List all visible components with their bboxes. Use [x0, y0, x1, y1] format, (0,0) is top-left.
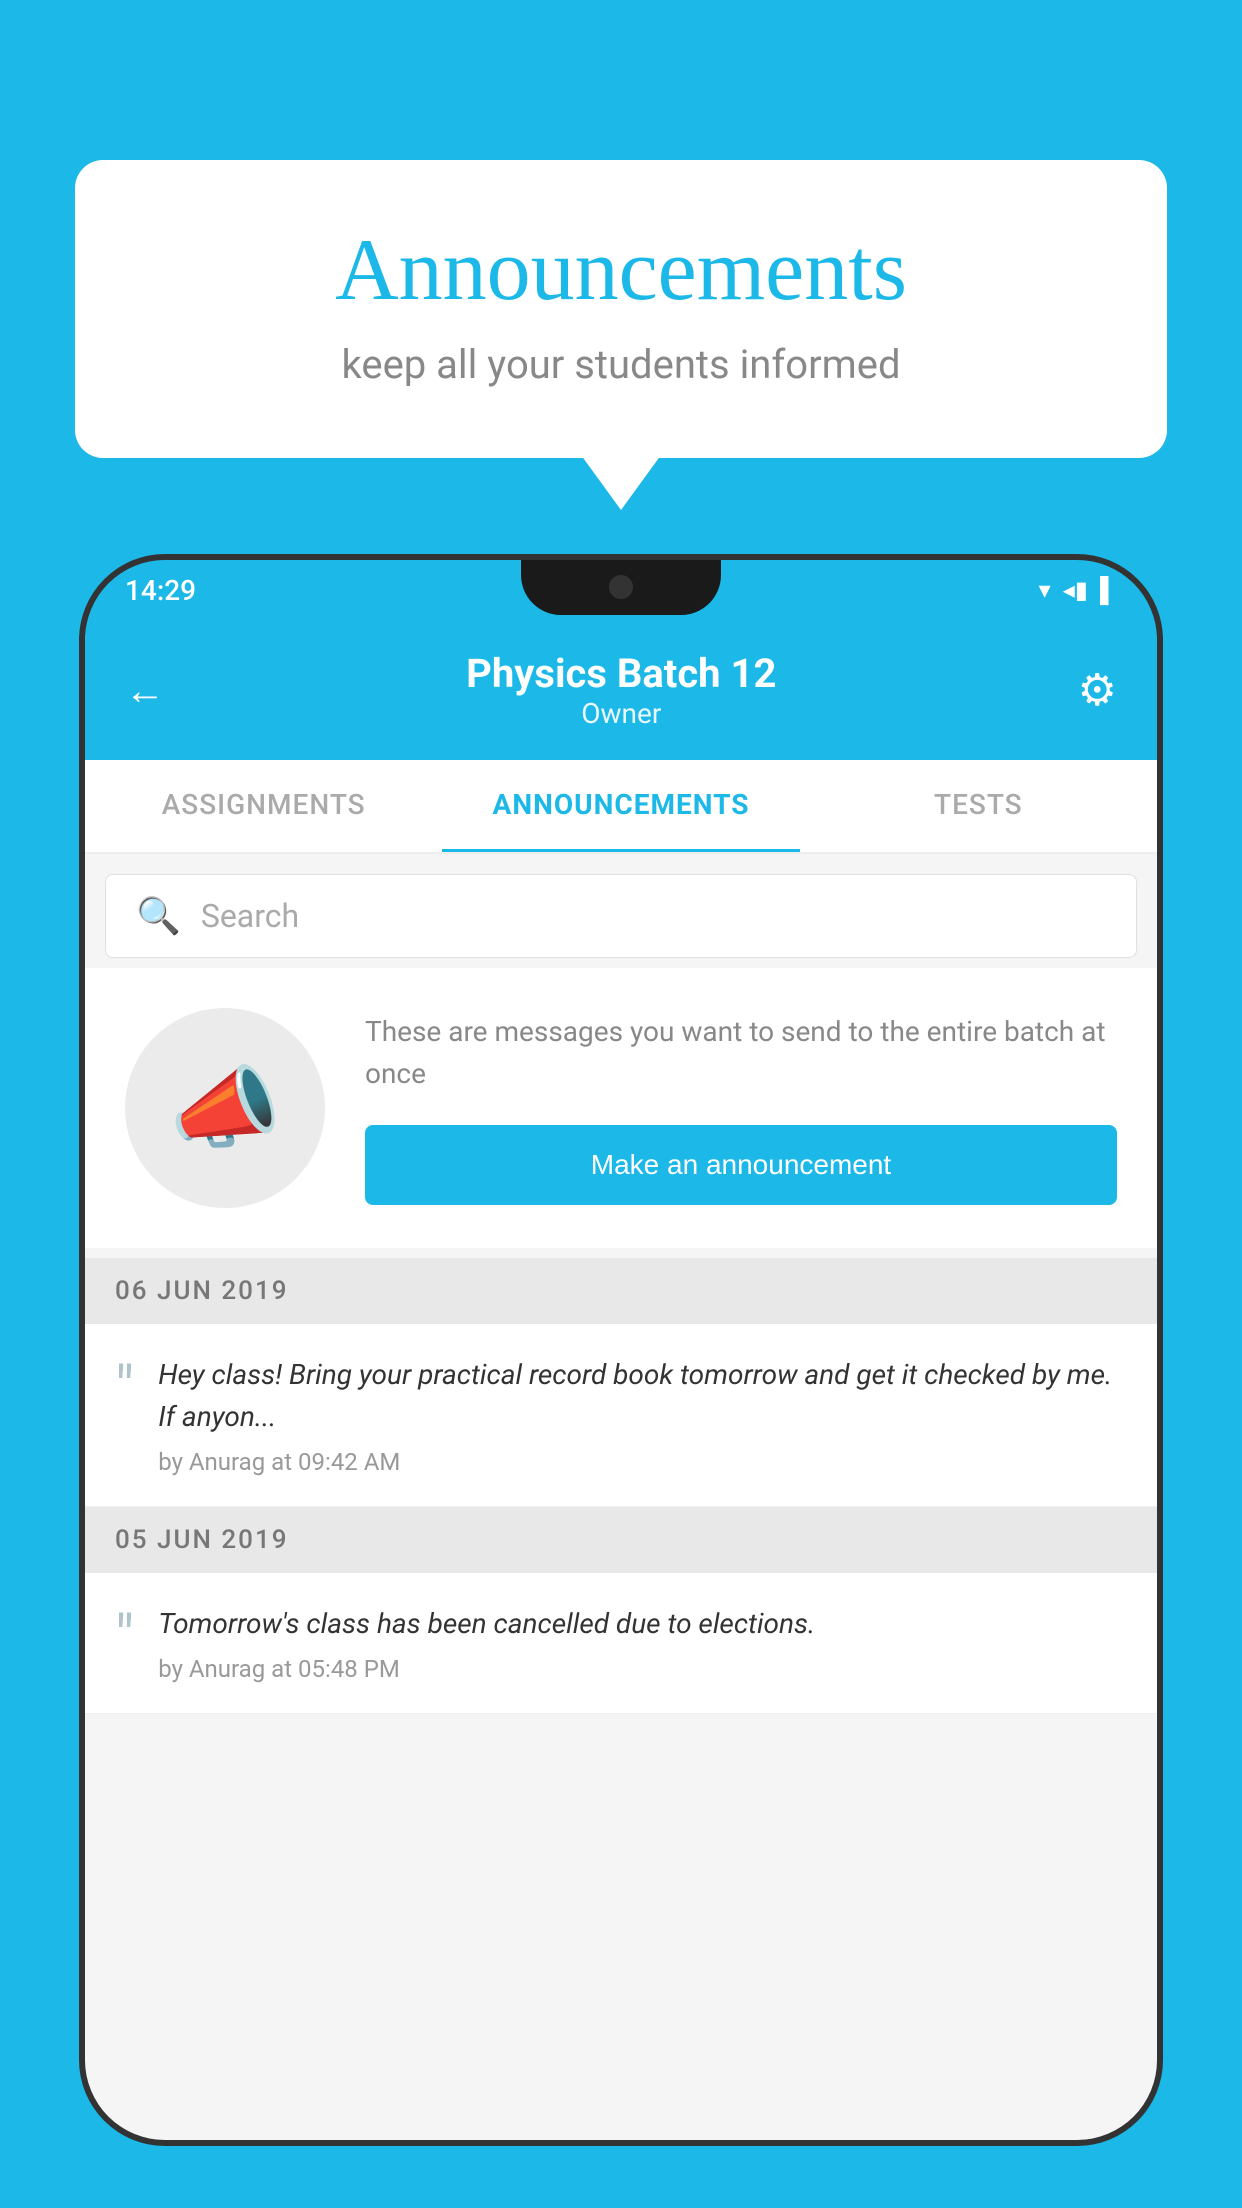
status-time: 14:29: [125, 574, 196, 607]
phone-frame: 14:29 ▾ ◂▮ ▌ ← Physics Batch 12 Owner ⚙ …: [85, 560, 1157, 2140]
search-icon: 🔍: [136, 895, 181, 937]
phone-notch: [521, 560, 721, 615]
app-content: 🔍 Search 📣 These are messages you want t…: [85, 854, 1157, 2140]
settings-icon[interactable]: ⚙: [1078, 664, 1117, 716]
date-separator-1: 06 JUN 2019: [85, 1258, 1157, 1324]
announcement-by-1: by Anurag at 09:42 AM: [158, 1448, 1127, 1476]
announcement-text-1: Hey class! Bring your practical record b…: [158, 1354, 1127, 1476]
date-label-2: 05 JUN 2019: [115, 1525, 289, 1555]
tab-tests[interactable]: TESTS: [800, 760, 1157, 852]
back-button[interactable]: ←: [125, 667, 165, 714]
tabs-container: ASSIGNMENTS ANNOUNCEMENTS TESTS: [85, 760, 1157, 854]
announcement-text-2: Tomorrow's class has been cancelled due …: [158, 1603, 1127, 1683]
date-separator-2: 05 JUN 2019: [85, 1507, 1157, 1573]
search-placeholder: Search: [201, 897, 299, 935]
tab-announcements[interactable]: ANNOUNCEMENTS: [442, 760, 799, 852]
quote-icon-2: ": [115, 1608, 134, 1668]
make-announcement-button[interactable]: Make an announcement: [365, 1125, 1117, 1205]
status-icons: ▾ ◂▮ ▌: [1039, 576, 1117, 605]
speech-bubble: Announcements keep all your students inf…: [75, 160, 1167, 458]
header-title: Physics Batch 12: [466, 650, 776, 697]
announcement-item-2[interactable]: " Tomorrow's class has been cancelled du…: [85, 1573, 1157, 1714]
announcement-item-1[interactable]: " Hey class! Bring your practical record…: [85, 1324, 1157, 1507]
speech-bubble-section: Announcements keep all your students inf…: [75, 160, 1167, 458]
tab-assignments[interactable]: ASSIGNMENTS: [85, 760, 442, 852]
header-center: Physics Batch 12 Owner: [466, 650, 776, 730]
battery-icon: ▌: [1100, 576, 1117, 605]
announcement-by-2: by Anurag at 05:48 PM: [158, 1655, 1127, 1683]
announcement-prompt: 📣 These are messages you want to send to…: [85, 968, 1157, 1248]
announcement-message-2: Tomorrow's class has been cancelled due …: [158, 1603, 1127, 1645]
prompt-description: These are messages you want to send to t…: [365, 1011, 1117, 1095]
app-header: ← Physics Batch 12 Owner ⚙: [85, 620, 1157, 760]
quote-icon-1: ": [115, 1359, 134, 1419]
phone-container: 14:29 ▾ ◂▮ ▌ ← Physics Batch 12 Owner ⚙ …: [85, 560, 1157, 2208]
bubble-subtitle: keep all your students informed: [155, 341, 1087, 388]
announcement-message-1: Hey class! Bring your practical record b…: [158, 1354, 1127, 1438]
camera-notch: [609, 575, 633, 599]
bubble-title: Announcements: [155, 220, 1087, 321]
search-bar[interactable]: 🔍 Search: [105, 874, 1137, 958]
prompt-right: These are messages you want to send to t…: [365, 1011, 1117, 1205]
megaphone-icon: 📣: [169, 1056, 281, 1161]
date-label-1: 06 JUN 2019: [115, 1276, 289, 1306]
signal-icon: ◂▮: [1063, 576, 1088, 604]
wifi-icon: ▾: [1039, 576, 1051, 604]
megaphone-circle: 📣: [125, 1008, 325, 1208]
header-subtitle: Owner: [466, 697, 776, 730]
